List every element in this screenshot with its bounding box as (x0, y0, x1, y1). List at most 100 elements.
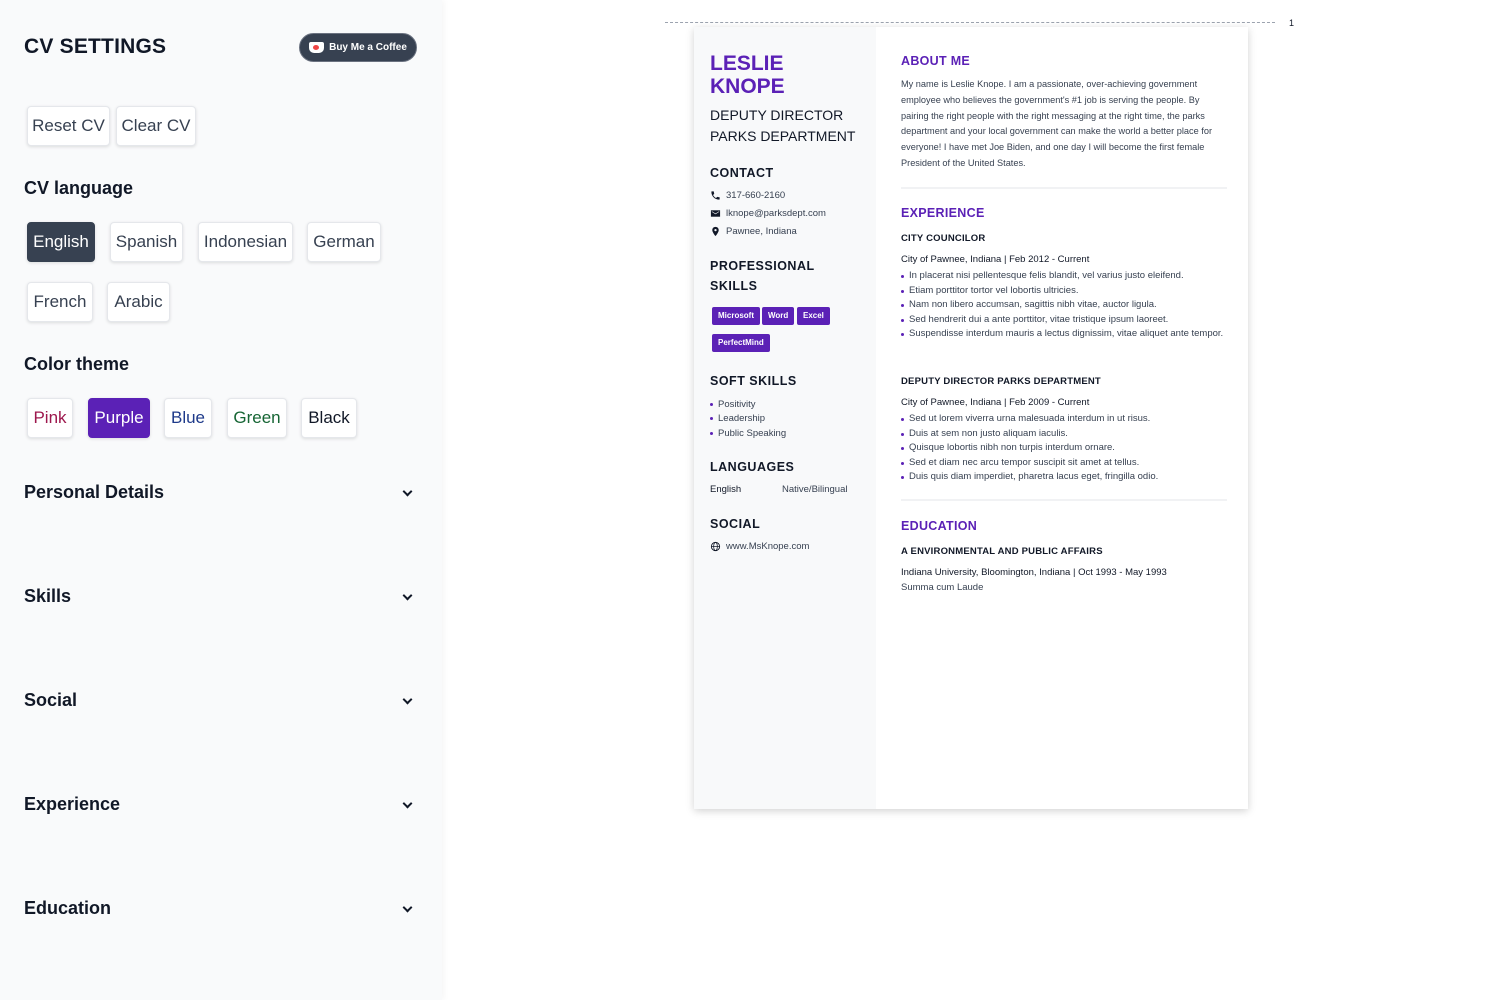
theme-option-pink[interactable]: Pink (27, 398, 73, 438)
job-title: DEPUTY DIRECTOR PARKS DEPARTMENT (901, 376, 1101, 387)
accordion-education[interactable]: Education (24, 898, 417, 922)
chevron-down-icon (402, 798, 413, 809)
list-item: Etiam porttitor tortor vel lobortis ultr… (901, 284, 1227, 299)
cv-role-line: PARKS DEPARTMENT (710, 128, 856, 144)
bullet-dot (901, 432, 904, 436)
contact-location-text: Pawnee, Indiana (726, 226, 797, 237)
bullet-dot (710, 431, 713, 435)
bullet-dot (901, 418, 904, 421)
job-bullets: In placerat nisi pellentesque felis blan… (901, 269, 1227, 342)
bullet-dot (901, 304, 904, 308)
bullet-dot (901, 461, 904, 465)
skill-chip: Microsoft (712, 307, 760, 325)
bullet-dot (901, 318, 904, 322)
accordion-label: Education (24, 898, 112, 918)
social-website-text: www.MsKnope.com (726, 541, 810, 552)
job-meta: City of Pawnee, Indiana | Feb 2009 - Cur… (901, 397, 1090, 408)
cv-language-title: CV language (24, 178, 134, 198)
bullet-text: Nam non libero accumsan, sagittis nibh v… (909, 299, 1157, 311)
soft-skill-text: Positivity (718, 398, 756, 410)
language-option-english[interactable]: English (27, 222, 95, 262)
soft-skill-text: Public Speaking (718, 427, 787, 439)
bullet-text: Sed ut lorem viverra urna malesuada inte… (909, 413, 1151, 424)
cv-left-column: LESLIE KNOPE DEPUTY DIRECTOR PARKS DEPAR… (694, 27, 876, 809)
sidebar-title: CV SETTINGS (24, 35, 167, 58)
job-bullets: Sed ut lorem viverra urna malesuada inte… (901, 412, 1227, 485)
bullet-text: Etiam porttitor tortor vel lobortis ultr… (909, 284, 1079, 296)
bullet-text: Suspendisse interdum mauris a lectus dig… (909, 328, 1224, 340)
list-item: Leadership (710, 412, 786, 427)
education-heading: EDUCATION (901, 519, 978, 533)
contact-heading: CONTACT (710, 166, 774, 180)
page-number: 1 (1289, 18, 1295, 28)
section-divider (901, 187, 1227, 189)
buy-me-a-coffee-button[interactable]: Buy Me a Coffee (299, 33, 417, 62)
cv-role: DEPUTY DIRECTOR PARKS DEPARTMENT (710, 105, 855, 147)
chevron-down-icon (402, 694, 413, 705)
soft-skill-text: Leadership (718, 413, 766, 425)
reset-cv-button[interactable]: Reset CV (27, 106, 110, 146)
bullet-dot (710, 417, 713, 421)
phone-icon (710, 190, 721, 201)
contact-phone: 317-660-2160 (710, 190, 785, 201)
map-pin-icon (710, 226, 721, 237)
bullet-text: In placerat nisi pellentesque felis blan… (909, 270, 1184, 281)
professional-skills-heading: PROFESSIONAL SKILLS (710, 256, 815, 296)
chevron-down-icon (402, 902, 413, 913)
language-row: English Native/Bilingual (710, 484, 860, 495)
bullet-text: Quisque lobortis nibh non turpis interdu… (909, 442, 1115, 454)
job-meta: City of Pawnee, Indiana | Feb 2012 - Cur… (901, 254, 1090, 265)
theme-option-purple[interactable]: Purple (88, 398, 150, 438)
education-note: Summa cum Laude (901, 582, 984, 593)
bullet-dot (901, 476, 904, 480)
list-item: Sed et diam nec arcu tempor suscipit sit… (901, 456, 1227, 471)
list-item: Sed hendrerit dui a ante porttitor, vita… (901, 313, 1227, 328)
list-item: Positivity (710, 397, 786, 412)
bullet-text: Duis quis diam imperdiet, pharetra lacus… (909, 471, 1159, 483)
accordion-social[interactable]: Social (24, 690, 417, 714)
language-option-arabic[interactable]: Arabic (107, 282, 170, 322)
language-option-spanish[interactable]: Spanish (110, 222, 183, 262)
chevron-down-icon (402, 590, 413, 601)
bullet-dot (901, 333, 904, 337)
list-item: Duis quis diam imperdiet, pharetra lacus… (901, 470, 1227, 485)
theme-option-green[interactable]: Green (227, 398, 287, 438)
sidebar-header: CV SETTINGS Buy Me a Coffee (24, 33, 417, 63)
soft-skills-heading: SOFT SKILLS (710, 374, 797, 388)
cv-role-line: DEPUTY DIRECTOR (710, 107, 844, 123)
theme-option-blue[interactable]: Blue (164, 398, 212, 438)
page-break-line (665, 22, 1275, 23)
accordion-experience[interactable]: Experience (24, 794, 417, 818)
soft-skills-list: Positivity Leadership Public Speaking (710, 397, 786, 441)
social-website: www.MsKnope.com (710, 541, 809, 552)
bullet-dot (901, 447, 904, 451)
accordion-label: Personal Details (24, 482, 165, 502)
list-item: In placerat nisi pellentesque felis blan… (901, 269, 1227, 284)
list-item: Duis at sem non justo aliquam iaculis. (901, 427, 1227, 442)
mail-icon (710, 208, 721, 219)
list-item: Public Speaking (710, 426, 786, 441)
accordion-personal-details[interactable]: Personal Details (24, 482, 417, 506)
chevron-down-icon (402, 486, 413, 497)
coffee-cup-icon (309, 42, 325, 53)
contact-location: Pawnee, Indiana (710, 226, 797, 237)
coffee-button-label: Buy Me a Coffee (329, 42, 407, 53)
globe-icon (710, 541, 721, 552)
heading-line: PROFESSIONAL (710, 259, 815, 273)
clear-cv-button[interactable]: Clear CV (116, 106, 196, 146)
languages-heading: LANGUAGES (710, 460, 795, 474)
skill-chip: Excel (797, 307, 830, 325)
accordion-skills[interactable]: Skills (24, 586, 417, 610)
language-option-french[interactable]: French (27, 282, 93, 322)
language-option-german[interactable]: German (307, 222, 381, 262)
cv-last-name: KNOPE (710, 75, 785, 98)
language-option-indonesian[interactable]: Indonesian (198, 222, 293, 262)
bullet-text: Duis at sem non justo aliquam iaculis. (909, 427, 1068, 439)
theme-option-black[interactable]: Black (301, 398, 357, 438)
education-meta: Indiana University, Bloomington, Indiana… (901, 567, 1167, 578)
bullet-dot (710, 402, 713, 406)
language-level: Native/Bilingual (782, 484, 848, 495)
list-item: Nam non libero accumsan, sagittis nibh v… (901, 298, 1227, 313)
heading-line: SKILLS (710, 279, 758, 293)
accordion-label: Social (24, 690, 78, 710)
